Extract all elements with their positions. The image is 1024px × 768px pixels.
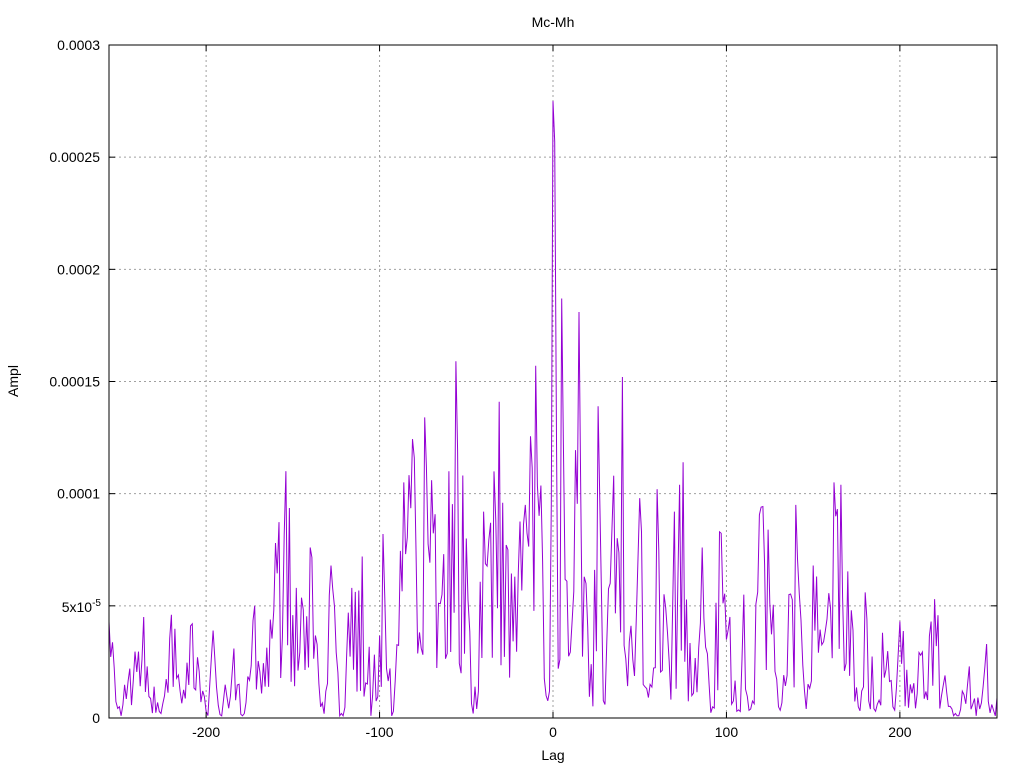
x-tick-label: -100 <box>366 724 394 740</box>
y-tick-label: 0.0002 <box>57 261 100 277</box>
chart-title: Mc-Mh <box>532 14 575 30</box>
y-tick-label: 0 <box>92 710 100 726</box>
chart: -200 -100 0 100 20005x10-50.00010.000150.000… <box>0 0 1024 768</box>
chart-background <box>0 0 1024 768</box>
x-tick-label: 100 <box>715 724 739 740</box>
y-tick-label: 0.0001 <box>57 486 100 502</box>
y-tick-label: 0.00025 <box>49 149 100 165</box>
y-tick-label: 0.0003 <box>57 37 100 53</box>
x-tick-label: -200 <box>192 724 220 740</box>
x-tick-label: 200 <box>888 724 912 740</box>
y-tick-label: 0.00015 <box>49 374 100 390</box>
x-tick-label: 0 <box>549 724 557 740</box>
y-axis-label: Ampl <box>5 365 21 397</box>
x-axis-label: Lag <box>541 747 564 763</box>
